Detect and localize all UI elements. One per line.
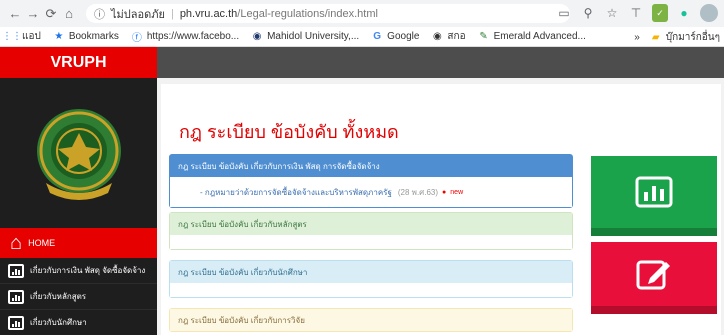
content-card: กฎ ระเบียบ ข้อบังคับ ทั้งหมด กฎ ระเบียบ …	[161, 84, 721, 335]
bookmark-item[interactable]: ⓕ https://www.facebo...	[131, 31, 239, 44]
panel-header: กฎ ระเบียบ ข้อบังคับ เกี่ยวกับนักศึกษา	[170, 261, 572, 283]
url-separator: |	[170, 7, 174, 20]
grammarly-icon[interactable]: ●	[676, 4, 692, 22]
facebook-icon: ⓕ	[131, 33, 142, 44]
panel-header: กฎ ระเบียบ ข้อบังคับ เกี่ยวกับการวิจัย	[170, 309, 572, 331]
zoom-icon[interactable]: ⚲	[580, 4, 596, 22]
panel-body	[170, 283, 572, 297]
site-icon: ◉	[433, 31, 442, 42]
top-bar	[157, 47, 724, 78]
sidebar-item-home[interactable]: ⌂ HOME	[0, 228, 157, 258]
url-domain: ph.vru.ac.th	[179, 7, 238, 20]
extension-icon[interactable]: ⊤	[628, 4, 644, 22]
bookmark-item[interactable]: ◉ สกอ	[431, 29, 466, 44]
new-badge: new	[450, 188, 464, 196]
emerald-icon: ✎	[479, 31, 488, 42]
statistics-tile[interactable]	[591, 156, 717, 228]
other-bookmarks[interactable]: ▰ บุ๊กมาร์กอื่นๆ	[650, 30, 720, 45]
sidebar-item-finance[interactable]: เกี่ยวกับการเงิน พัสดุ จัดซื้อจัดจ้าง	[0, 258, 157, 284]
edit-tile-footer	[591, 306, 717, 314]
regulation-link[interactable]: - กฎหมายว่าด้วยการจัดซื้อจัดจ้างและบริหา…	[200, 186, 392, 199]
security-label: ไม่ปลอดภัย	[111, 8, 165, 21]
address-bar[interactable]: ⓘ ไม่ปลอดภัย | ph.vru.ac.th /Legal-regul…	[86, 4, 570, 23]
bookmark-item[interactable]: ◉ Mahidol University,...	[251, 31, 359, 43]
sidebar-item-students[interactable]: เกี่ยวกับนักศึกษา	[0, 310, 157, 335]
page-title: กฎ ระเบียบ ข้อบังคับ ทั้งหมด	[179, 122, 399, 142]
panel-students: กฎ ระเบียบ ข้อบังคับ เกี่ยวกับนักศึกษา	[169, 260, 573, 298]
panel-research: กฎ ระเบียบ ข้อบังคับ เกี่ยวกับการวิจัย	[169, 308, 573, 332]
browser-toolbar: ← → ⟳ ⌂ ⓘ ไม่ปลอดภัย | ph.vru.ac.th /Leg…	[0, 0, 724, 27]
edit-icon	[636, 260, 670, 290]
university-logo	[0, 78, 157, 228]
reload-icon[interactable]: ⟳	[42, 5, 60, 23]
bar-chart-icon	[635, 176, 673, 208]
back-icon[interactable]: ←	[6, 5, 24, 23]
panel-curriculum: กฎ ระเบียบ ข้อบังคับ เกี่ยวกับหลักสูตร	[169, 212, 573, 250]
edit-tile[interactable]	[591, 242, 717, 306]
home-icon: ⌂	[10, 232, 23, 254]
main-content: กฎ ระเบียบ ข้อบังคับ ทั้งหมด กฎ ระเบียบ …	[157, 78, 724, 335]
sidebar-item-curriculum[interactable]: เกี่ยวกับหลักสูตร	[0, 284, 157, 310]
chart-icon	[8, 315, 24, 330]
folder-icon: ▰	[651, 32, 660, 43]
info-icon[interactable]: ⓘ	[94, 6, 105, 22]
bookmarks-more[interactable]: »	[634, 32, 640, 43]
bookmark-item[interactable]: ✎ Emerald Advanced...	[478, 31, 585, 43]
apps-icon: ⋮⋮	[2, 31, 22, 42]
brand-title[interactable]: VRUPH	[0, 47, 157, 78]
bookmark-item[interactable]: G Google	[371, 31, 419, 43]
panel-finance: กฎ ระเบียบ ข้อบังคับ เกี่ยวกับการเงิน พั…	[169, 154, 573, 208]
panel-header: กฎ ระเบียบ ข้อบังคับ เกี่ยวกับหลักสูตร	[170, 213, 572, 235]
panel-body	[170, 235, 572, 249]
apps-bookmark[interactable]: ⋮⋮ แอป	[2, 29, 41, 44]
home-icon[interactable]: ⌂	[60, 5, 78, 23]
bookmark-item[interactable]: ★ Bookmarks	[53, 31, 119, 43]
cast-icon[interactable]: ▭	[556, 4, 572, 22]
star-icon: ★	[54, 31, 64, 42]
chart-icon	[8, 263, 24, 278]
forward-icon[interactable]: →	[24, 5, 42, 23]
regulation-date: (28 พ.ศ.63)	[397, 187, 439, 197]
university-seal-icon	[36, 109, 121, 200]
chart-icon	[8, 289, 24, 304]
statistics-tile-footer	[591, 228, 717, 236]
google-icon: G	[373, 31, 382, 42]
avatar[interactable]	[700, 4, 718, 22]
panel-body: - กฎหมายว่าด้วยการจัดซื้อจัดจ้างและบริหา…	[170, 177, 572, 207]
extension-green-icon[interactable]: ✓	[652, 4, 668, 22]
panel-header: กฎ ระเบียบ ข้อบังคับ เกี่ยวกับการเงิน พั…	[170, 155, 572, 177]
url-path: /Legal-regulations/index.html	[237, 7, 378, 20]
star-icon[interactable]: ☆	[604, 4, 620, 22]
bookmarks-bar: ⋮⋮ แอป ★ Bookmarks ⓕ https://www.facebo... …	[0, 27, 724, 47]
sidebar: VRUPH ⌂ HOME เกี่ยวกับการเงิน พัสดุ จัดซ…	[0, 47, 157, 335]
new-badge-icon: ●	[442, 188, 447, 196]
mahidol-icon: ◉	[252, 31, 262, 42]
